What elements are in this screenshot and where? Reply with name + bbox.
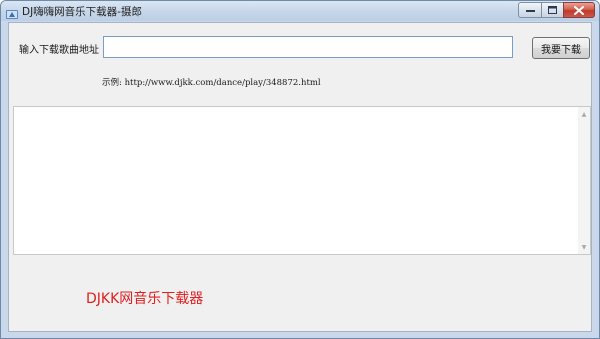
example-hint: 示例: http://www.djkk.com/dance/play/34887…	[102, 78, 321, 88]
app-icon	[6, 5, 18, 19]
download-button[interactable]: 我要下载	[532, 37, 590, 59]
window-title: DJ嗨嗨网音乐下载器-摄郎	[22, 6, 142, 18]
maximize-button[interactable]	[541, 2, 564, 18]
scroll-down-arrow-icon[interactable]: ▼	[578, 241, 590, 253]
url-input[interactable]	[103, 36, 513, 58]
log-textarea[interactable]: ▲ ▼	[13, 106, 591, 255]
close-button[interactable]	[563, 2, 595, 18]
close-icon	[574, 5, 584, 15]
brand-footer-label: DJKK网音乐下载器	[86, 291, 204, 307]
scroll-up-arrow-icon[interactable]: ▲	[578, 108, 590, 120]
minimize-icon	[525, 10, 535, 12]
maximize-icon	[548, 6, 557, 14]
vertical-scrollbar[interactable]: ▲ ▼	[578, 107, 590, 254]
title-bar[interactable]: DJ嗨嗨网音乐下载器-摄郎	[1, 1, 599, 21]
app-window: DJ嗨嗨网音乐下载器-摄郎 输入下载歌曲地址 我要下载 示例: http://w…	[0, 0, 600, 339]
minimize-button[interactable]	[518, 2, 542, 18]
url-label: 输入下载歌曲地址	[19, 45, 99, 56]
client-area: 输入下载歌曲地址 我要下载 示例: http://www.djkk.com/da…	[8, 22, 592, 332]
